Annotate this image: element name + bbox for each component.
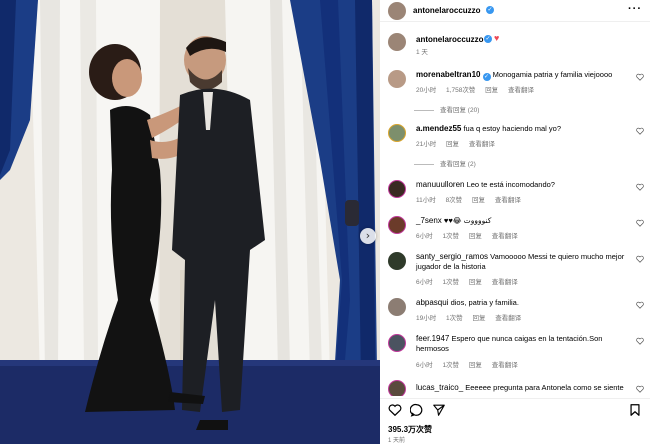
reply-button[interactable]: 回复 (469, 362, 482, 369)
commenter-username[interactable]: feer.1947 (416, 334, 449, 343)
comment-meta: 21小时 回复 查看翻译 (416, 138, 503, 148)
comment-meta: 11小时 8次赞 回复 查看翻译 (416, 194, 529, 204)
verified-badge-icon: ✓ (482, 73, 491, 81)
commenter-avatar[interactable] (388, 298, 406, 316)
heart-icon[interactable] (636, 183, 644, 191)
comment-meta: 19小时 1次赞 回复 查看翻译 (416, 312, 529, 322)
comment-meta: 6小时 1次赞 回复 查看翻译 (416, 359, 526, 369)
commenter-avatar[interactable] (388, 252, 406, 270)
author-username[interactable]: antonelaroccuzzo (413, 6, 481, 15)
caption-time: 1 天 (416, 49, 428, 56)
comment-body: Leo te está incomodando? (466, 180, 555, 189)
commenter-avatar[interactable] (388, 334, 406, 352)
commenter-avatar[interactable] (388, 124, 406, 142)
comment-body: Monogamia patria y familia viejoooo (492, 70, 613, 79)
caption-heart-emoji: ♥ (494, 33, 500, 43)
comment-likes[interactable]: 1次赞 (442, 233, 459, 240)
comment-body: dios, patria y familia. (450, 298, 519, 307)
post-photo[interactable]: › (0, 0, 380, 444)
post-side-panel: antonelaroccuzzo ✓ ··· antonelaroccuzzo … (380, 0, 650, 444)
comment-likes[interactable]: 8次赞 (446, 197, 463, 204)
comment-body: fua q estoy haciendo mal yo? (463, 124, 562, 133)
comment-body: Eeeeee pregunta para Antonela como se si… (465, 383, 624, 392)
translate-button[interactable]: 查看翻译 (492, 279, 518, 286)
reply-button[interactable]: 回复 (472, 197, 485, 204)
verified-badge-icon: ✓ (486, 6, 494, 14)
caption-author-username[interactable]: antonelaroccuzzo (416, 35, 484, 44)
comment-icon[interactable] (410, 403, 424, 417)
reply-button[interactable]: 回复 (469, 233, 482, 240)
bookmark-icon[interactable] (628, 403, 642, 417)
comment-body: ♥♥😂 كنووووت (443, 216, 492, 225)
author-avatar[interactable] (388, 2, 406, 20)
comment-time: 6小时 (416, 362, 433, 369)
comment-time: 6小时 (416, 279, 433, 286)
comment-text: _7senx ♥♥😂 كنووووت (416, 216, 636, 226)
heart-icon[interactable] (636, 73, 644, 81)
comment-time: 21小时 (416, 141, 437, 148)
comment-likes[interactable]: 1次赞 (442, 362, 459, 369)
post-actions-bar: 395.3万次赞 1 天前 (380, 398, 650, 444)
likes-count[interactable]: 395.3万次赞 (388, 424, 432, 435)
comment-time: 6小时 (416, 233, 433, 240)
comment-text: morenabeltran10 ✓ Monogamia patria y fam… (416, 70, 636, 81)
heart-icon[interactable] (636, 219, 644, 227)
more-horizontal-icon[interactable]: ··· (628, 3, 642, 15)
heart-icon[interactable] (636, 127, 644, 135)
commenter-avatar[interactable] (388, 180, 406, 198)
commenter-username[interactable]: a.mendez55 (416, 124, 461, 133)
commenter-username[interactable]: morenabeltran10 (416, 70, 480, 79)
photo-illustration (0, 0, 380, 444)
comment-text: feer.1947 Espero que nunca caigas en la … (416, 334, 636, 354)
translate-button[interactable]: 查看翻译 (495, 315, 521, 322)
comment-meta: 20小时 1,758次赞 回复 查看翻译 (416, 84, 542, 94)
commenter-username[interactable]: _7senx (416, 216, 442, 225)
heart-icon[interactable] (636, 255, 644, 263)
view-replies-button[interactable]: 查看回复 (20) (414, 104, 479, 114)
post-header: antonelaroccuzzo ✓ ··· (380, 0, 650, 22)
comment-time: 11小时 (416, 197, 436, 204)
commenter-username[interactable]: santy_sergio_ramos (416, 252, 488, 261)
heart-icon[interactable] (636, 301, 644, 309)
verified-badge-icon: ✓ (484, 35, 492, 43)
translate-button[interactable]: 查看翻译 (495, 197, 521, 204)
commenter-avatar[interactable] (388, 70, 406, 88)
view-replies-button[interactable]: 查看回复 (2) (414, 158, 476, 168)
comment-text: abpasqui dios, patria y familia. (416, 298, 636, 308)
comment-likes[interactable]: 1,758次赞 (446, 87, 475, 94)
comment-meta: 6小时 1次赞 回复 查看翻译 (416, 230, 526, 240)
comment-likes[interactable]: 1次赞 (442, 279, 459, 286)
post-date: 1 天前 (388, 438, 406, 444)
commenter-username[interactable]: lucas_traico_ (416, 383, 463, 392)
reply-button[interactable]: 回复 (472, 315, 485, 322)
comment-time: 20小时 (416, 87, 437, 94)
heart-icon[interactable] (636, 337, 644, 345)
commenter-avatar[interactable] (388, 216, 406, 234)
caption-author-avatar[interactable] (388, 33, 406, 51)
comment-text: a.mendez55 fua q estoy haciendo mal yo? (416, 124, 636, 134)
translate-button[interactable]: 查看翻译 (469, 141, 495, 148)
comment-text: manuuulloren Leo te está incomodando? (416, 180, 636, 190)
comment-item: lucas_traico_ Eeeeee pregunta para Anton… (380, 380, 650, 396)
commenter-username[interactable]: abpasqui (416, 298, 448, 307)
comment-time: 19小时 (416, 315, 437, 322)
comment-text: santy_sergio_ramos Vamooooo Messi te qui… (416, 252, 636, 272)
heart-icon[interactable] (388, 403, 402, 417)
carousel-next-button[interactable]: › (360, 228, 376, 244)
share-icon[interactable] (432, 403, 446, 417)
comment-meta: 6小时 1次赞 回复 查看翻译 (416, 276, 526, 286)
reply-button[interactable]: 回复 (446, 141, 459, 148)
translate-button[interactable]: 查看翻译 (508, 87, 534, 94)
translate-button[interactable]: 查看翻译 (492, 233, 518, 240)
reply-button[interactable]: 回复 (485, 87, 498, 94)
heart-icon[interactable] (636, 385, 644, 393)
commenter-avatar[interactable] (388, 380, 406, 396)
reply-button[interactable]: 回复 (469, 279, 482, 286)
comment-text: lucas_traico_ Eeeeee pregunta para Anton… (416, 383, 636, 393)
commenter-username[interactable]: manuuulloren (416, 180, 464, 189)
comment-likes[interactable]: 1次赞 (446, 315, 463, 322)
translate-button[interactable]: 查看翻译 (492, 362, 518, 369)
